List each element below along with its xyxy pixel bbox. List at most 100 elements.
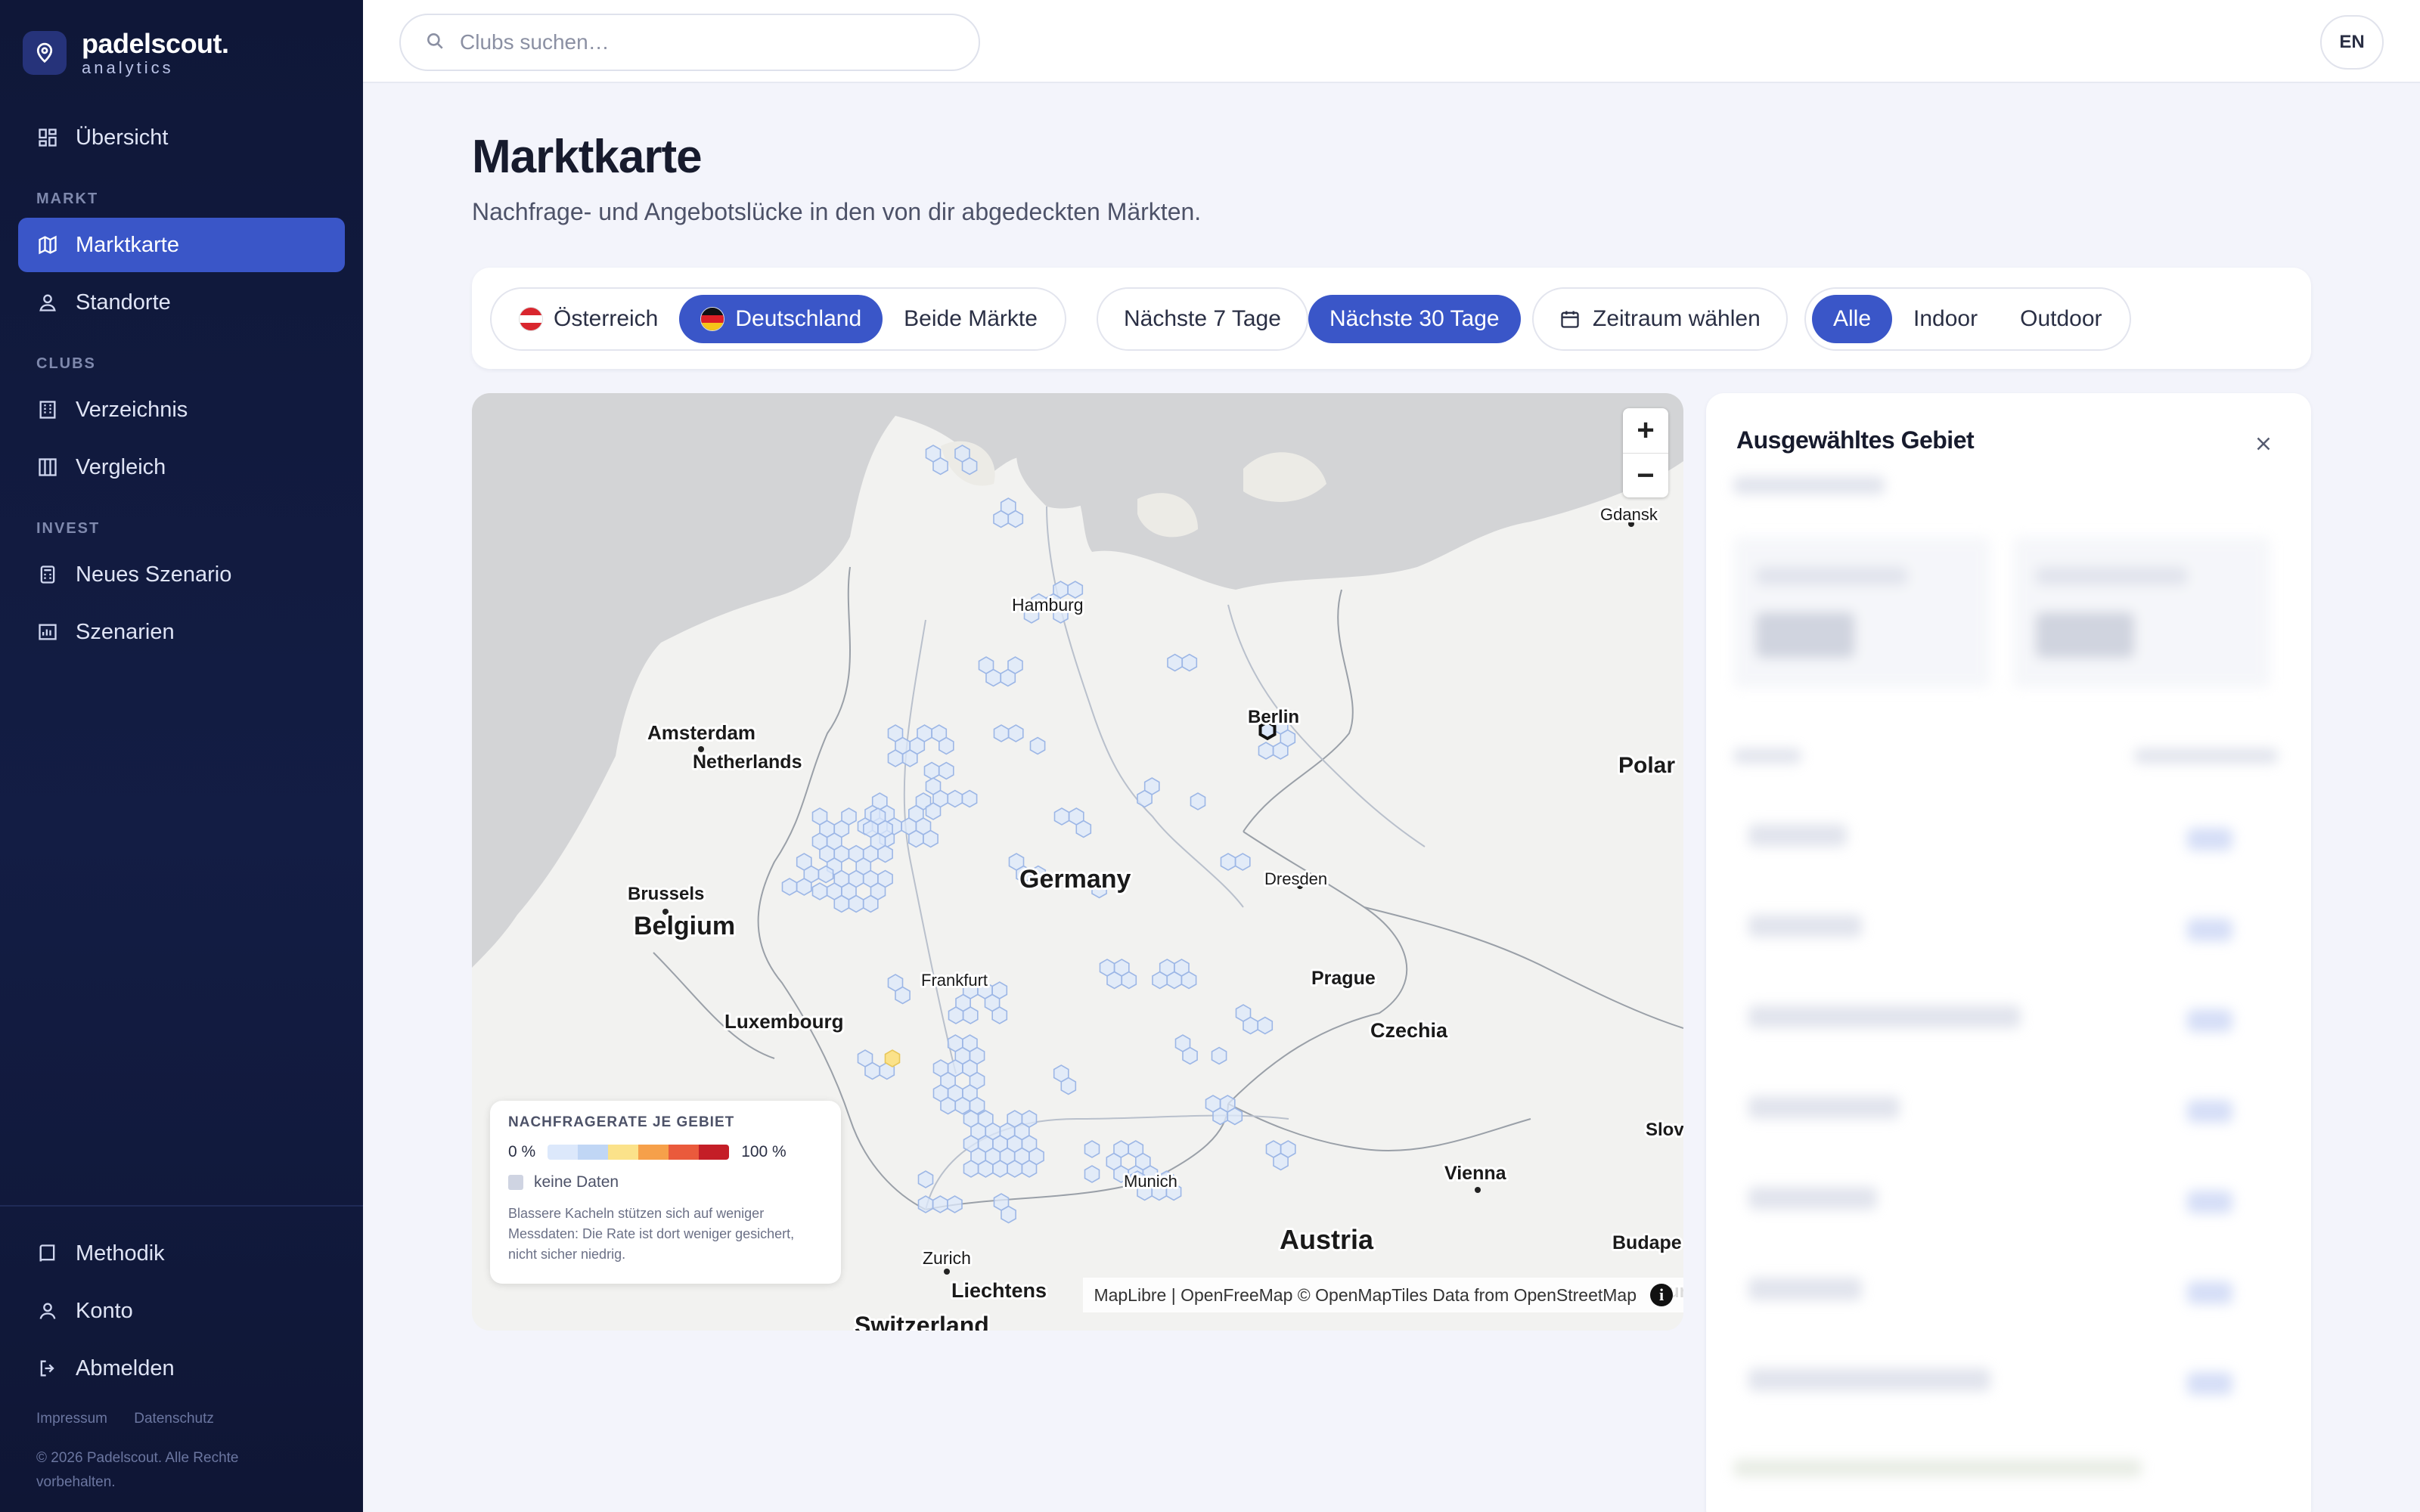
hex-tile[interactable] [1075, 820, 1092, 838]
sidebar-item-locations[interactable]: Standorte [18, 275, 345, 330]
type-option-outdoor[interactable]: Outdoor [1999, 295, 2123, 343]
hex-tile[interactable] [1243, 1016, 1258, 1035]
search-box[interactable] [399, 14, 980, 71]
brand-logo[interactable]: padelscout. analytics [23, 29, 229, 77]
hex-tile[interactable] [1113, 1140, 1129, 1158]
hex-tile[interactable] [1053, 807, 1070, 826]
market-map[interactable]: Gdansk Hamburg Berlin Amsterdam Netherla… [472, 393, 1683, 1331]
hex-tile[interactable] [895, 986, 911, 1005]
search-input[interactable] [460, 30, 944, 54]
hex-tile[interactable] [932, 457, 948, 476]
hex-tile[interactable] [901, 749, 918, 767]
hex-tile[interactable] [948, 1006, 964, 1024]
hex-tile[interactable] [961, 457, 978, 476]
custom-range-button[interactable]: Zeitraum wählen [1538, 295, 1782, 343]
hex-tile[interactable] [818, 865, 834, 884]
sidebar-item-new-scenario[interactable]: Neues Szenario [18, 547, 345, 602]
hex-tile[interactable] [1021, 1110, 1038, 1128]
hex-tile[interactable] [991, 1006, 1008, 1024]
period-next-30-days[interactable]: Nächste 30 Tage [1308, 295, 1521, 343]
hex-tile[interactable] [925, 802, 942, 820]
hex-tile[interactable] [1007, 656, 1023, 674]
hex-tile[interactable] [781, 878, 798, 896]
hex-tile[interactable] [841, 807, 857, 826]
hex-tile[interactable] [939, 736, 954, 755]
hex-tile[interactable] [963, 1160, 979, 1178]
close-icon[interactable] [2252, 432, 2275, 455]
hex-tile[interactable] [1084, 1165, 1100, 1183]
hex-tile[interactable] [1001, 1205, 1016, 1224]
hex-tile[interactable] [1182, 1046, 1198, 1065]
info-icon[interactable]: i [1650, 1284, 1673, 1306]
type-option-indoor[interactable]: Indoor [1892, 295, 1999, 343]
hex-tile[interactable] [1227, 1107, 1243, 1126]
hex-tile[interactable] [923, 761, 940, 780]
hex-tile[interactable] [1272, 742, 1289, 760]
hex-tile[interactable] [992, 1160, 1008, 1178]
hex-tile[interactable] [1007, 724, 1024, 742]
privacy-link[interactable]: Datenschutz [134, 1411, 214, 1427]
sidebar-item-logout[interactable]: Abmelden [18, 1341, 345, 1396]
sidebar-item-method[interactable]: Methodik [18, 1226, 345, 1281]
hex-tile[interactable] [1190, 792, 1206, 810]
language-switcher[interactable]: EN [2320, 15, 2384, 70]
hex-tile[interactable] [962, 1006, 979, 1024]
sidebar-item-scenarios[interactable]: Szenarien [18, 605, 345, 659]
attribution-maplibre[interactable]: MapLibre [1094, 1285, 1166, 1306]
hex-tile[interactable] [917, 1195, 934, 1213]
hex-tile[interactable] [1060, 1077, 1077, 1095]
hex-tile[interactable] [1029, 736, 1046, 755]
hex-tile[interactable] [796, 878, 812, 896]
market-option-austria[interactable]: Österreich [498, 295, 679, 343]
hex-tile[interactable] [1021, 1160, 1038, 1178]
hex-tile[interactable] [864, 1061, 880, 1080]
attribution-osm[interactable]: OpenStreetMap [1514, 1285, 1637, 1306]
sidebar-item-directory[interactable]: Verzeichnis [18, 383, 345, 437]
hex-tile[interactable] [1007, 510, 1024, 528]
hex-tile[interactable] [1167, 653, 1183, 672]
hex-tile[interactable] [1084, 1140, 1100, 1158]
hex-tile[interactable] [932, 1195, 948, 1213]
hex-tile[interactable] [993, 724, 1010, 742]
sidebar-item-compare[interactable]: Vergleich [18, 440, 345, 494]
sidebar-item-account[interactable]: Konto [18, 1284, 345, 1338]
period-next-7-days[interactable]: Nächste 7 Tage [1103, 295, 1302, 343]
hex-tile[interactable] [939, 761, 954, 780]
hex-tile-warm[interactable] [884, 1049, 901, 1067]
hex-tile[interactable] [947, 789, 963, 808]
market-option-both[interactable]: Beide Märkte [883, 295, 1059, 343]
hex-tile[interactable] [917, 724, 932, 742]
hex-tile[interactable] [947, 1195, 963, 1213]
hex-tile[interactable] [1121, 971, 1137, 990]
hex-tile[interactable] [1007, 1160, 1023, 1178]
hex-tile[interactable] [1143, 777, 1160, 795]
hex-tile[interactable] [917, 1170, 934, 1188]
hex-tile[interactable] [1257, 1016, 1274, 1035]
imprint-link[interactable]: Impressum [36, 1411, 107, 1427]
zoom-in-button[interactable]: + [1623, 408, 1668, 453]
zoom-out-button[interactable]: − [1623, 454, 1668, 498]
type-option-all[interactable]: Alle [1812, 295, 1893, 343]
hex-tile[interactable] [977, 1160, 994, 1178]
hex-tile[interactable] [1181, 971, 1197, 990]
hex-tile[interactable] [1211, 1046, 1227, 1065]
hex-tile[interactable] [1280, 1140, 1296, 1158]
hex-tile[interactable] [991, 981, 1008, 999]
hex-tile[interactable] [923, 829, 939, 848]
hex-tile[interactable] [1181, 653, 1198, 672]
hex-tile[interactable] [811, 882, 828, 900]
hex-tile[interactable] [848, 894, 864, 913]
hex-tile[interactable] [1220, 853, 1236, 871]
hex-tile[interactable] [985, 668, 1001, 687]
hex-tile[interactable] [887, 749, 904, 767]
market-option-germany[interactable]: Deutschland [679, 295, 883, 343]
hex-tile[interactable] [947, 1059, 963, 1077]
hex-tile[interactable] [877, 844, 893, 863]
attribution-openfreemap[interactable]: OpenFreeMap [1181, 1285, 1292, 1306]
hex-tile[interactable] [961, 789, 978, 808]
sidebar-item-market-map[interactable]: Marktkarte [18, 218, 345, 272]
hex-tile[interactable] [870, 882, 886, 900]
hex-tile[interactable] [1234, 853, 1251, 871]
sidebar-item-overview[interactable]: Übersicht [18, 110, 345, 165]
hex-tile[interactable] [1258, 742, 1274, 760]
